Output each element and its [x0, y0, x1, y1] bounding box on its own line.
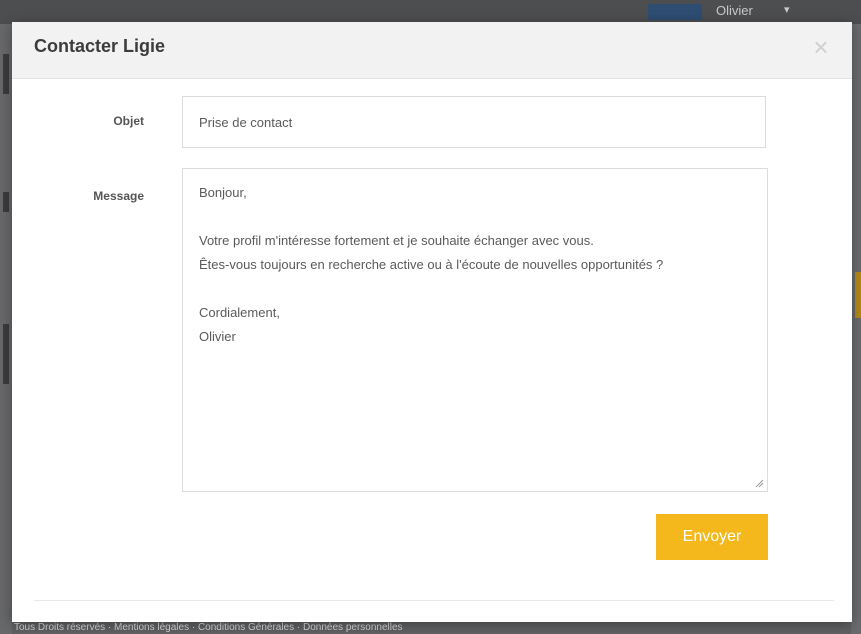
close-icon[interactable]: × [808, 32, 834, 62]
background-mark [3, 192, 9, 212]
background-user-badge [648, 4, 702, 20]
modal-title: Contacter Ligie [34, 36, 166, 56]
modal-header: Contacter Ligie × [12, 22, 852, 79]
resize-handle-icon[interactable] [754, 478, 764, 488]
background-right-accent [855, 272, 861, 318]
contact-modal: Contacter Ligie × Objet Message Bonjour,… [12, 22, 852, 622]
message-textarea[interactable]: Bonjour, Votre profil m'intéresse fortem… [182, 168, 768, 492]
modal-footer-divider [34, 600, 834, 601]
background-user-name: Olivier [716, 3, 753, 18]
send-button[interactable]: Envoyer [656, 514, 768, 560]
background-caret-down-icon: ▾ [784, 4, 790, 16]
subject-label: Objet [113, 114, 144, 128]
background-mark [3, 324, 9, 384]
background-mark [3, 54, 9, 94]
subject-input[interactable] [182, 96, 766, 148]
background-left-strip [0, 24, 12, 634]
background-footer-text: Tous Droits réservés · Mentions légales … [14, 622, 403, 633]
message-label: Message [93, 189, 144, 203]
background-right-strip [851, 24, 861, 634]
